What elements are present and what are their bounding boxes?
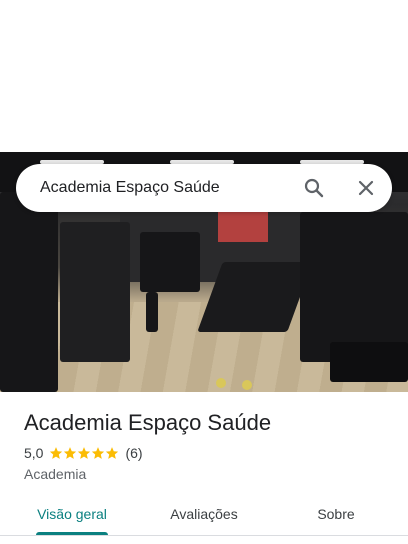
- gym-machine: [140, 232, 200, 292]
- rating-row[interactable]: 5,0 (6): [24, 444, 143, 462]
- rating-value: 5,0: [24, 445, 44, 461]
- place-title: Academia Espaço Saúde: [24, 410, 272, 435]
- gym-machine: [330, 342, 408, 382]
- search-icon[interactable]: [302, 176, 326, 200]
- star-icon: [92, 447, 105, 459]
- search-input[interactable]: [40, 164, 290, 212]
- gym-machine: [146, 292, 158, 332]
- star-rating: [49, 446, 119, 460]
- review-count[interactable]: (6): [125, 445, 142, 461]
- tab-reviews[interactable]: Avaliações: [156, 492, 252, 536]
- search-bar: [16, 164, 392, 212]
- machine-foot: [216, 378, 226, 388]
- tab-about[interactable]: Sobre: [288, 492, 384, 536]
- star-icon: [106, 447, 119, 459]
- gym-machine: [300, 212, 408, 362]
- place-category[interactable]: Academia: [24, 466, 86, 482]
- place-tabs: Visão geral Avaliações Sobre: [0, 492, 408, 536]
- star-icon: [50, 447, 63, 459]
- tab-overview[interactable]: Visão geral: [24, 492, 120, 536]
- wall-banner: [218, 212, 268, 242]
- star-icon: [78, 447, 91, 459]
- star-icon: [64, 447, 77, 459]
- tabs-divider: [0, 535, 408, 536]
- machine-foot: [242, 380, 252, 390]
- gym-machine: [60, 222, 130, 362]
- close-icon[interactable]: [354, 176, 378, 200]
- gym-machine: [0, 192, 58, 392]
